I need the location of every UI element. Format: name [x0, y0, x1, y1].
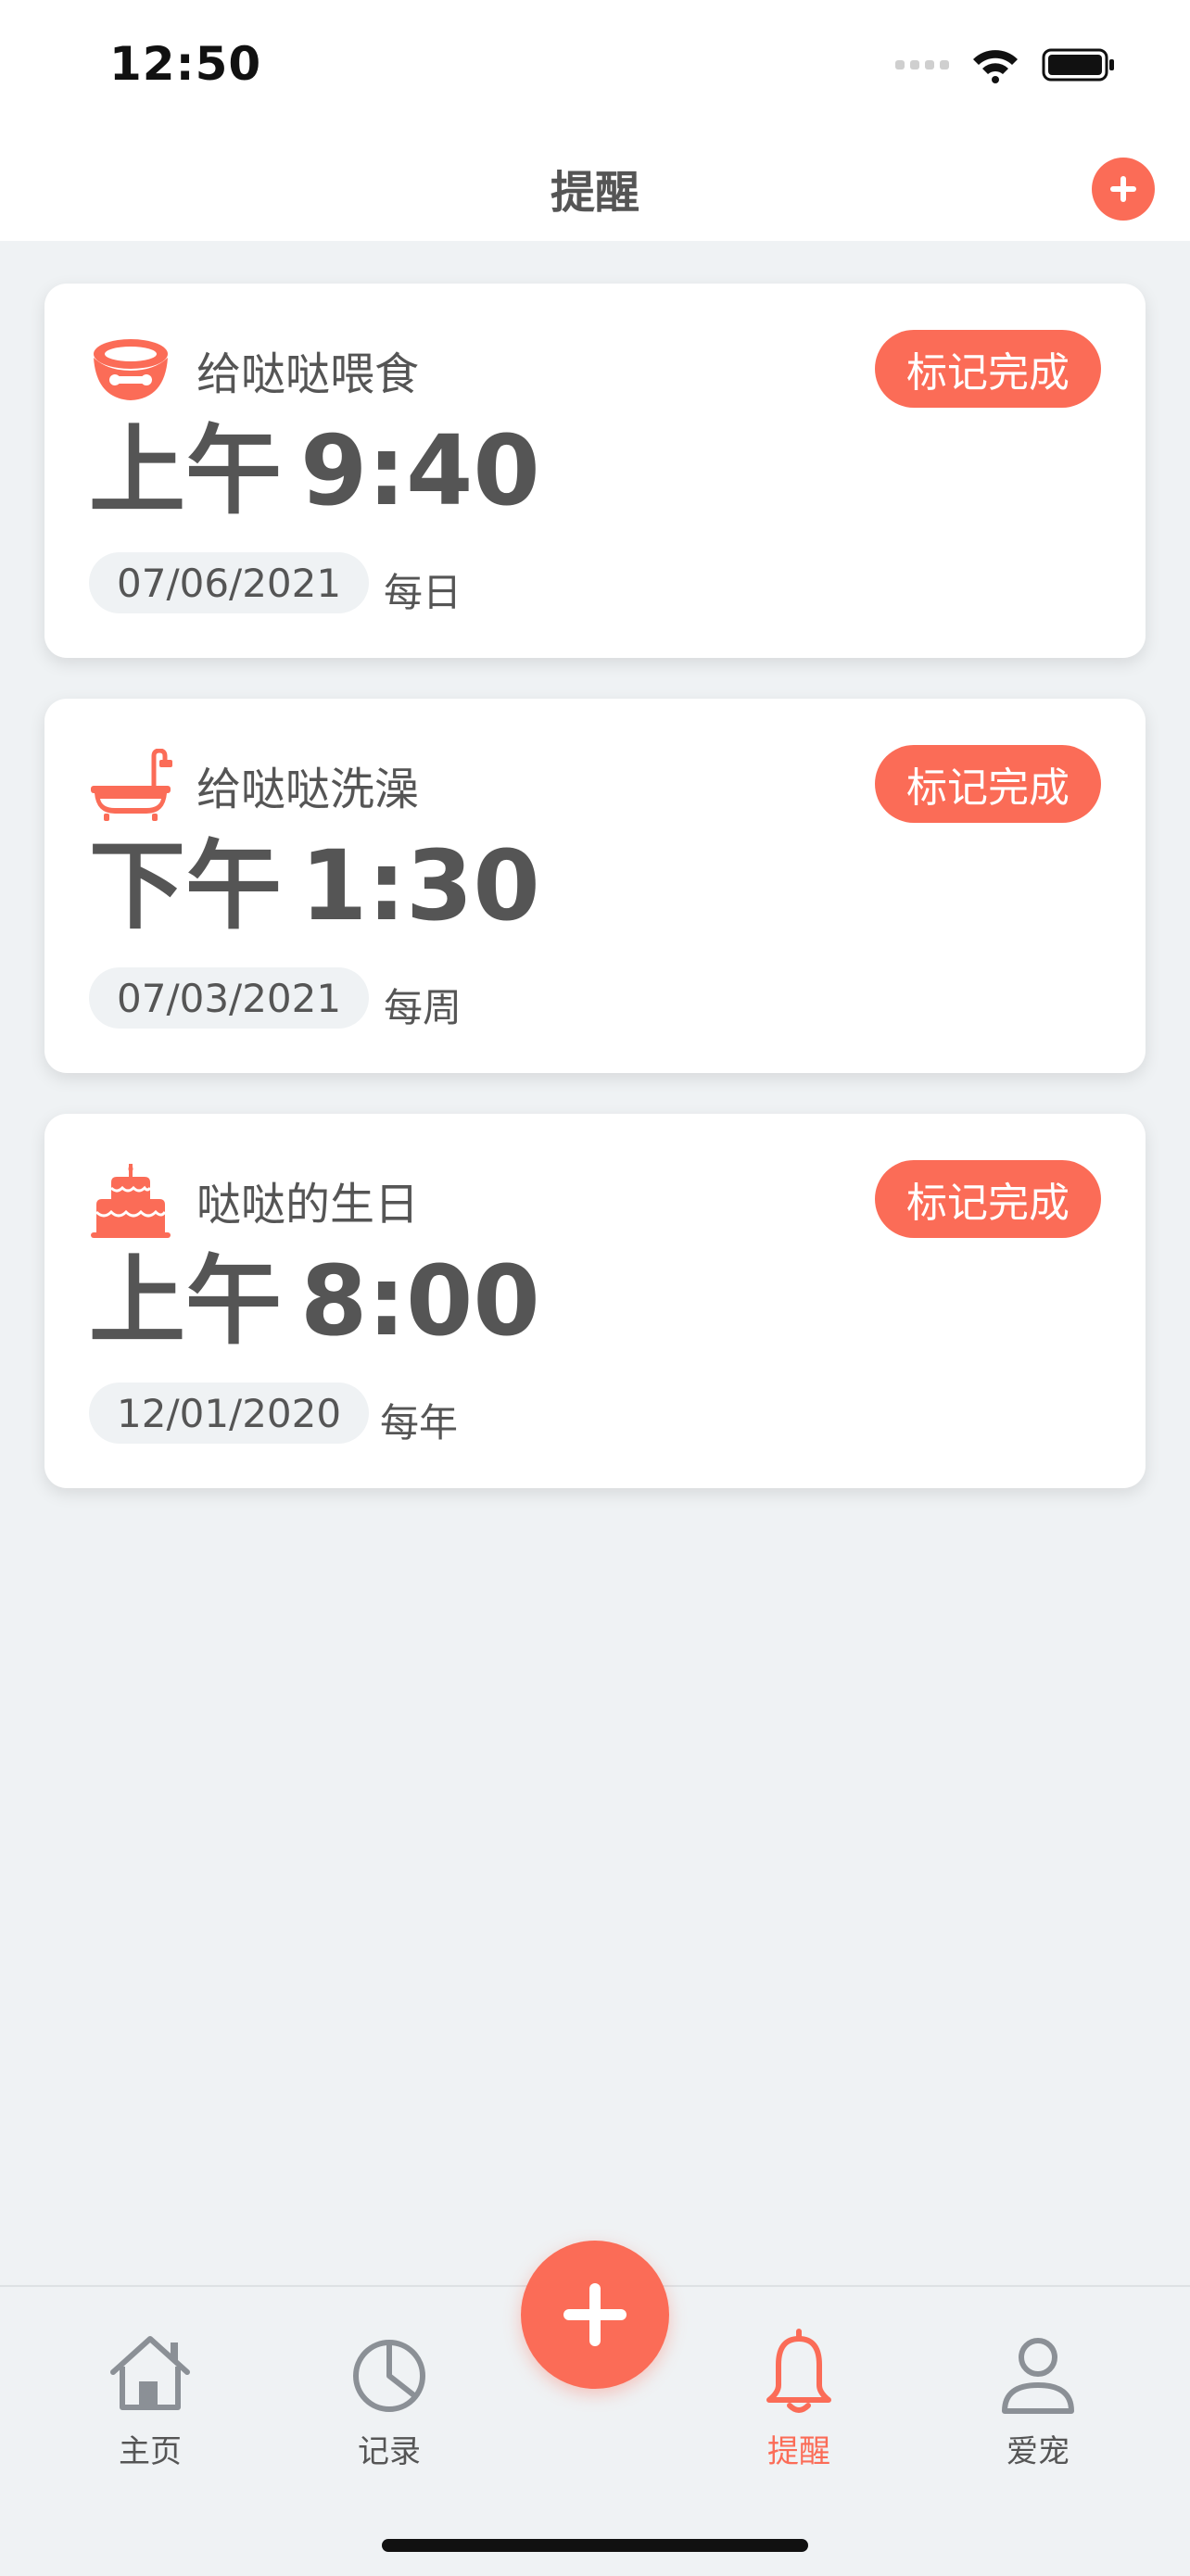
reminder-ampm: 下午: [89, 829, 283, 942]
reminder-date: 12/01/2020: [89, 1383, 370, 1444]
plus-icon: [1110, 176, 1136, 202]
tab-home[interactable]: 主页: [57, 2328, 243, 2471]
navigation-bar: 提醒: [0, 137, 1190, 241]
page-title: 提醒: [550, 167, 639, 219]
mark-complete-button[interactable]: 标记完成: [875, 745, 1101, 823]
reminder-title: 哒哒的生日: [196, 1179, 420, 1231]
tab-label: 爱宠: [1006, 2433, 1070, 2470]
reminder-repeat: 每年: [380, 1400, 459, 1446]
tab-label: 记录: [358, 2433, 421, 2470]
tab-records[interactable]: 记录: [297, 2328, 482, 2471]
bell-icon: [766, 2329, 831, 2413]
reminder-ampm: 上午: [89, 1244, 283, 1357]
home-icon: [110, 2336, 190, 2410]
status-time: 12:50: [109, 37, 262, 91]
reminder-date: 07/06/2021: [89, 552, 370, 613]
reminder-clock: 1:30: [300, 829, 540, 942]
cellular-signal-icon: [895, 60, 949, 69]
reminder-time: 下午 1:30: [89, 838, 540, 934]
reminder-card[interactable]: 给哒哒洗澡 标记完成 下午 1:30 07/03/2021 每周: [44, 699, 1146, 1073]
status-bar: 12:50: [0, 0, 1190, 137]
reminder-time: 上午 9:40: [89, 423, 540, 519]
user-icon: [1002, 2338, 1074, 2414]
mark-complete-button[interactable]: 标记完成: [875, 1160, 1101, 1238]
home-indicator: [382, 2539, 808, 2552]
reminder-date: 07/03/2021: [89, 967, 370, 1029]
tab-label: 主页: [119, 2433, 182, 2470]
pie-chart-icon: [353, 2340, 425, 2412]
tab-pet[interactable]: 爱宠: [945, 2328, 1131, 2471]
bathtub-icon: [91, 749, 172, 821]
reminder-time: 上午 8:00: [89, 1253, 540, 1349]
mark-complete-button[interactable]: 标记完成: [875, 330, 1101, 408]
tab-label: 提醒: [767, 2433, 830, 2470]
tab-reminders[interactable]: 提醒: [706, 2328, 892, 2471]
reminder-repeat: 每日: [384, 570, 462, 615]
battery-icon: [1042, 48, 1114, 82]
reminder-repeat: 每周: [384, 985, 462, 1030]
birthday-cake-icon: [91, 1164, 171, 1238]
reminder-card[interactable]: 哒哒的生日 标记完成 上午 8:00 12/01/2020 每年: [44, 1114, 1146, 1488]
reminder-ampm: 上午: [89, 414, 283, 527]
wifi-icon: [973, 50, 1018, 83]
reminder-title: 给哒哒洗澡: [196, 764, 420, 815]
reminder-clock: 8:00: [300, 1244, 540, 1357]
reminder-card[interactable]: 给哒哒喂食 标记完成 上午 9:40 07/06/2021 每日: [44, 284, 1146, 658]
add-reminder-button[interactable]: [1092, 158, 1155, 221]
reminder-title: 给哒哒喂食: [196, 348, 420, 400]
plus-icon: [563, 2283, 627, 2346]
quick-add-button[interactable]: [521, 2241, 669, 2389]
status-icons: [895, 46, 1116, 83]
pet-bowl-icon: [94, 339, 168, 400]
reminder-clock: 9:40: [300, 414, 540, 527]
